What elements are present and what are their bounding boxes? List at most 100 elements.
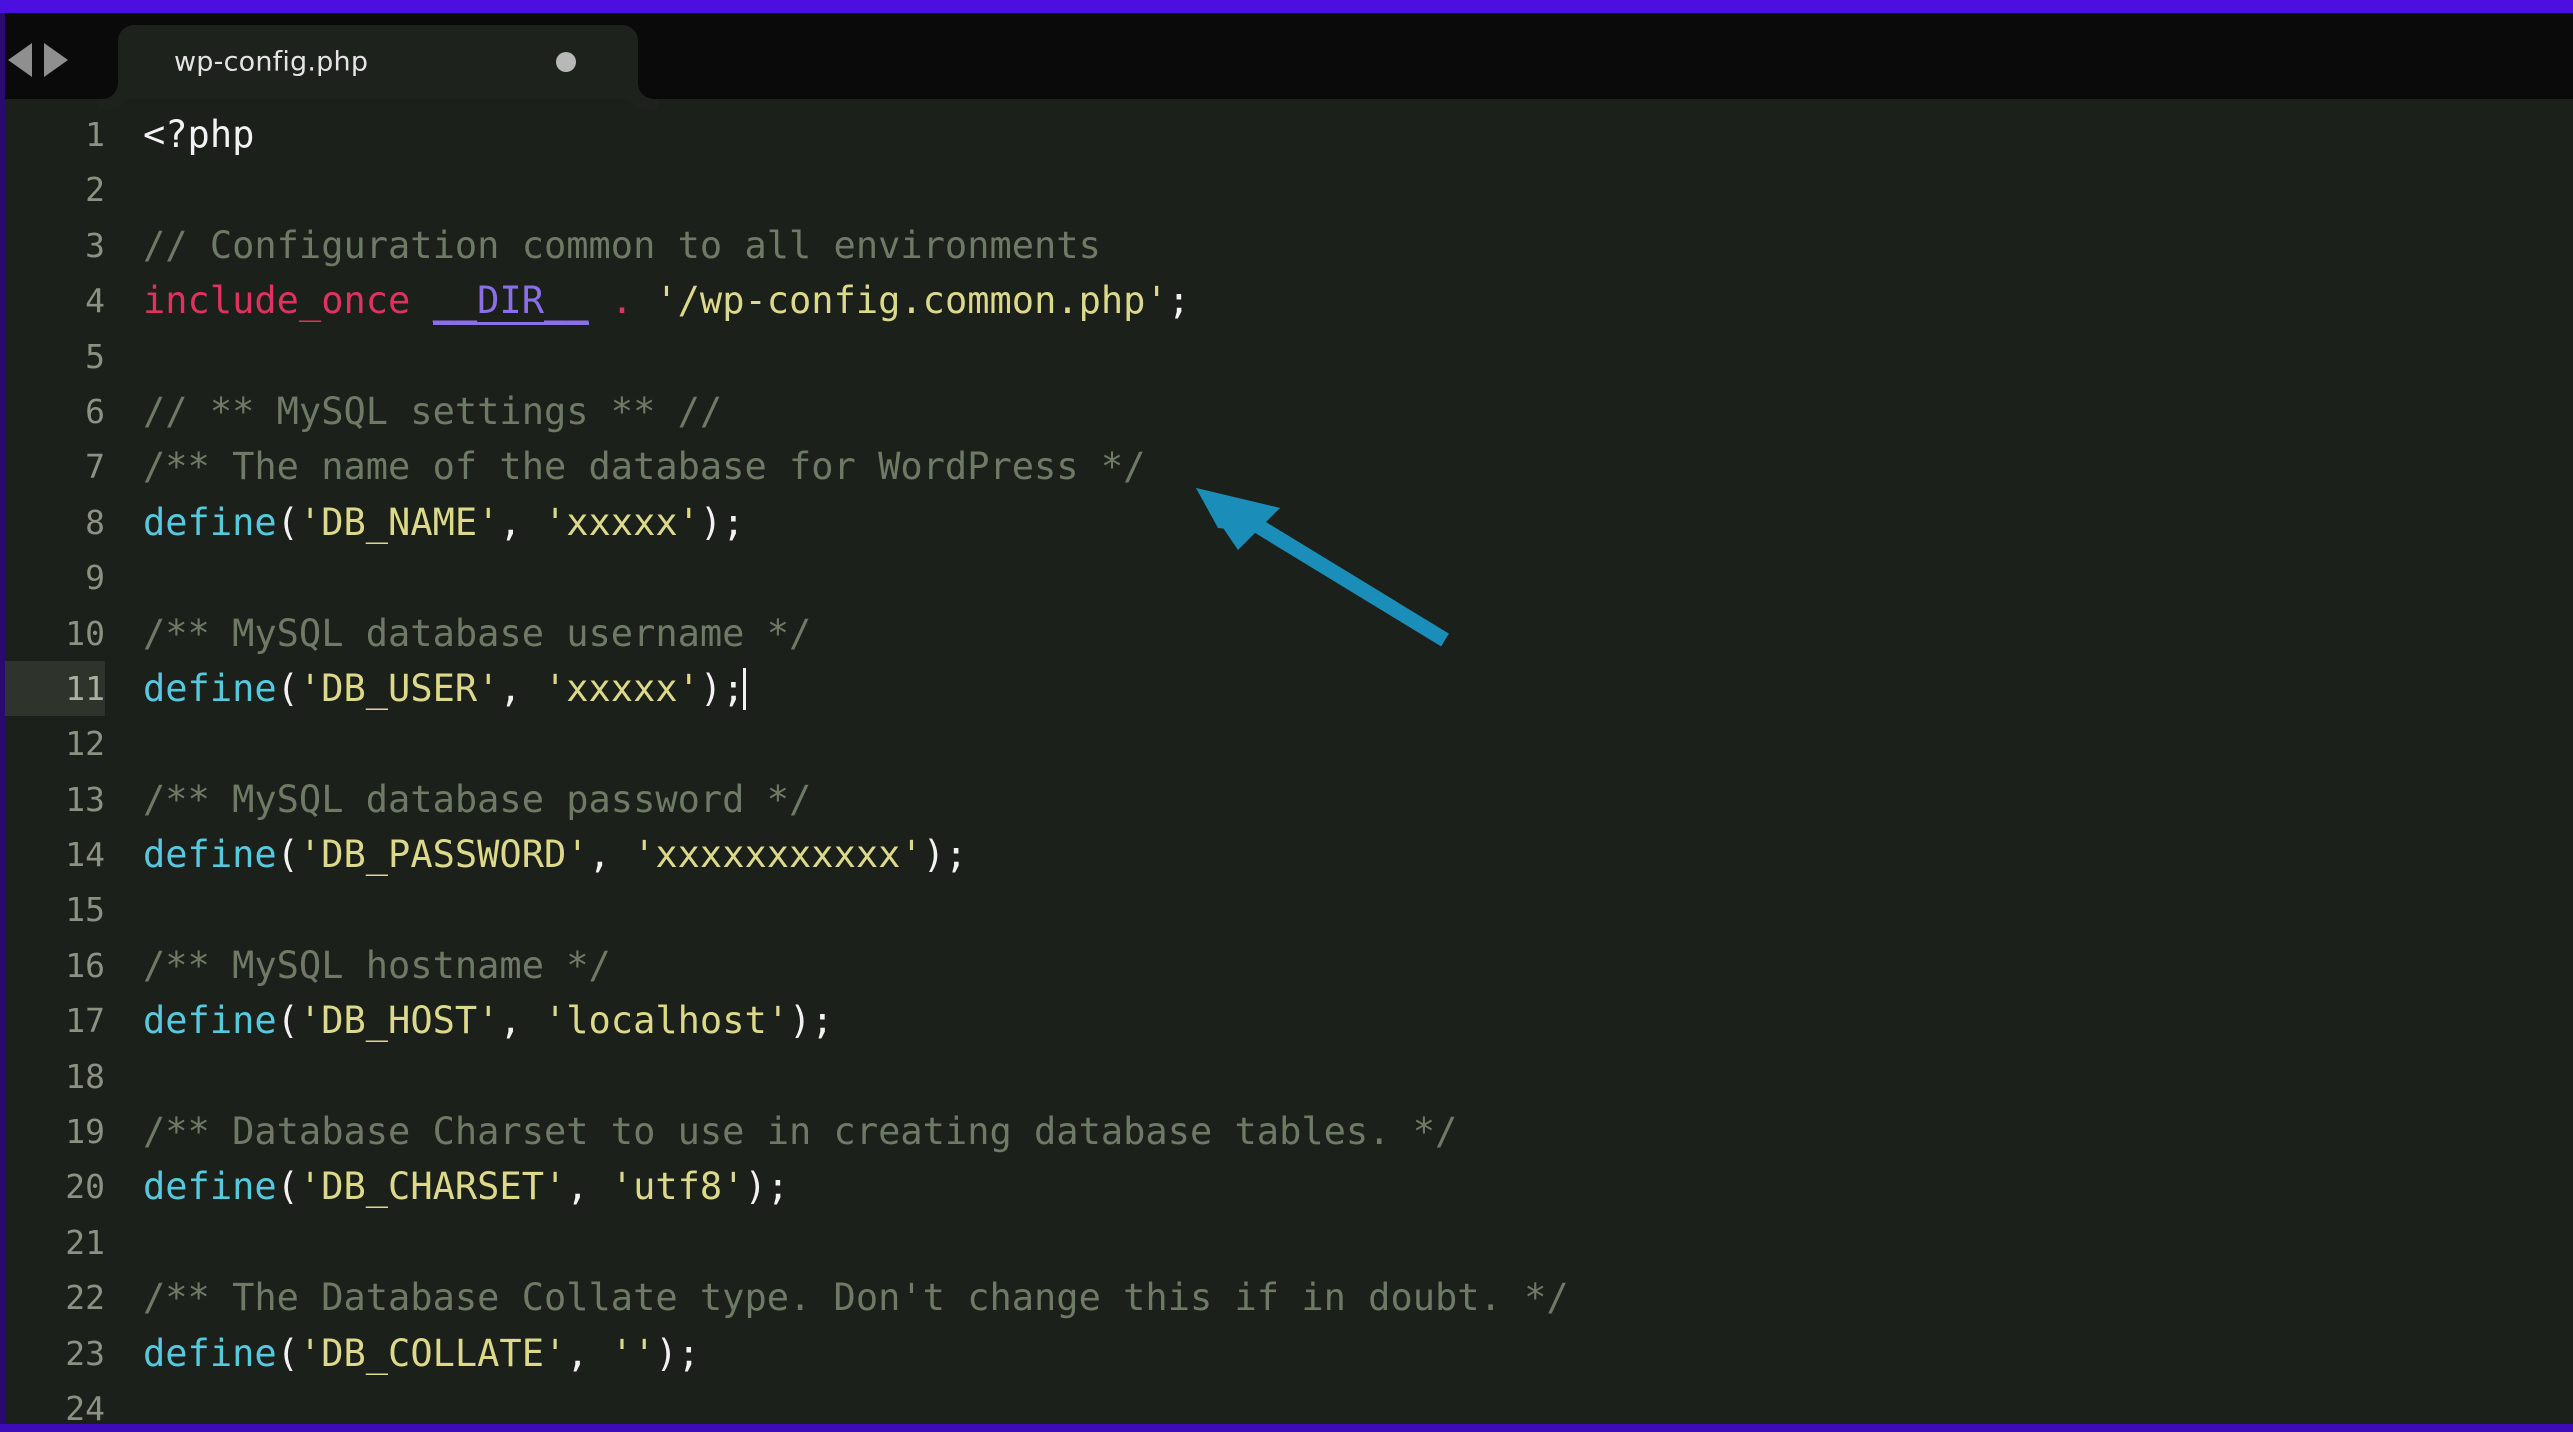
line-number: 21 <box>65 1222 105 1262</box>
token-keyword: include_once <box>143 279 411 323</box>
window-accent-top <box>0 0 2573 13</box>
token-comment: /** MySQL database username */ <box>143 611 812 655</box>
code-line-text: define('DB_CHARSET', 'utf8'); <box>143 1159 789 1214</box>
line-number: 24 <box>65 1388 105 1424</box>
token-punct: ; <box>1167 279 1191 323</box>
code-line[interactable]: 9 <box>5 550 2573 605</box>
token-func: define <box>143 833 277 877</box>
code-line[interactable]: 3 // Configuration common to all environm… <box>5 218 2573 273</box>
code-lines: 1 <?php 2 3// Configuration common to all e… <box>5 107 2573 1424</box>
line-number: 7 <box>85 447 105 487</box>
code-line[interactable]: 22 /** The Database Collate type. Don't c… <box>5 1270 2573 1325</box>
tab-bar: wp-config.php <box>0 13 2573 99</box>
token-func: define <box>143 1331 277 1375</box>
token-magic: __DIR__ <box>432 279 589 326</box>
token-punct: ( <box>276 833 299 877</box>
token-punct: ); <box>655 1331 700 1375</box>
line-number: 13 <box>65 779 105 819</box>
line-number: 10 <box>65 613 105 653</box>
token-string: 'DB_NAME' <box>298 500 500 544</box>
token-punct: ( <box>276 999 299 1043</box>
code-line-text: /** MySQL hostname */ <box>143 938 611 993</box>
token-func: define <box>143 666 277 710</box>
unsaved-dot-icon[interactable] <box>556 52 576 72</box>
code-line[interactable]: 14 define('DB_PASSWORD', 'xxxxxxxxxxx'); <box>5 827 2573 882</box>
code-line[interactable]: 24 <box>5 1381 2573 1424</box>
line-number: 5 <box>85 336 105 376</box>
token-punct: ( <box>276 1165 299 1209</box>
code-line[interactable]: 13 /** MySQL database password */ <box>5 772 2573 827</box>
line-number: 16 <box>65 945 105 985</box>
code-line-text: /** MySQL database username */ <box>143 606 811 661</box>
code-line[interactable]: 18 <box>5 1049 2573 1104</box>
token-punct: , <box>499 999 544 1043</box>
line-number: 9 <box>85 558 105 598</box>
token-punct: , <box>566 1165 611 1209</box>
code-line[interactable]: 4 include_once __DIR__ . '/wp-config.comm… <box>5 273 2573 328</box>
triangle-right-icon[interactable] <box>44 43 68 77</box>
line-number: 11 <box>5 660 105 717</box>
code-line[interactable]: 8 define('DB_NAME', 'xxxxx'); <box>5 495 2573 550</box>
code-line-text: <?php <box>143 107 254 162</box>
code-line[interactable]: 17 define('DB_HOST', 'localhost'); <box>5 993 2573 1048</box>
code-line[interactable]: 15 <box>5 882 2573 937</box>
tab-wp-config-php[interactable]: wp-config.php <box>118 25 638 99</box>
line-number: 1 <box>85 115 105 154</box>
code-line[interactable]: 20 define('DB_CHARSET', 'utf8'); <box>5 1159 2573 1214</box>
code-line-text: include_once __DIR__ . '/wp-config.commo… <box>143 273 1190 328</box>
token-punct: ); <box>922 833 968 877</box>
code-line[interactable]: 21 <box>5 1215 2573 1270</box>
code-line[interactable]: 23 define('DB_COLLATE', ''); <box>5 1326 2573 1381</box>
token-comment: // Configuration common to all environme… <box>143 223 1101 267</box>
text-cursor <box>743 667 747 710</box>
token-punct: ( <box>276 500 299 544</box>
token-string: 'xxxxx' <box>543 500 700 544</box>
token-op: . <box>610 279 634 323</box>
line-number: 8 <box>85 502 105 542</box>
code-line[interactable]: 5 <box>5 329 2573 384</box>
token-func: define <box>143 500 277 544</box>
code-line-text: /** MySQL database password */ <box>143 772 811 827</box>
code-line[interactable]: 12 <box>5 716 2573 771</box>
triangle-left-icon[interactable] <box>8 43 32 77</box>
code-line-text: /** The name of the database for WordPre… <box>143 439 1145 494</box>
token-string: 'DB_PASSWORD' <box>298 833 589 877</box>
token-func: define <box>143 1165 277 1209</box>
code-line[interactable]: 11 define('DB_USER', 'xxxxx'); <box>5 660 2573 717</box>
line-number: 23 <box>65 1333 105 1373</box>
code-line-text: define('DB_COLLATE', ''); <box>143 1326 700 1381</box>
token-string: 'DB_COLLATE' <box>298 1331 567 1375</box>
line-number: 19 <box>65 1112 105 1152</box>
token-string: 'utf8' <box>610 1165 745 1209</box>
tab-nav-arrows[interactable] <box>8 43 68 77</box>
code-line-text: define('DB_HOST', 'localhost'); <box>143 993 834 1048</box>
token-punct: ( <box>276 666 299 710</box>
token-punct: ( <box>276 1331 299 1375</box>
code-line-text: /** The Database Collate type. Don't cha… <box>143 1270 1569 1325</box>
token-punct: ); <box>699 666 745 710</box>
token-string: '/wp-config.common.php' <box>655 279 1168 323</box>
token-comment: /** The name of the database for WordPre… <box>143 445 1146 489</box>
code-line[interactable]: 1 <?php <box>5 107 2573 162</box>
token-comment: /** The Database Collate type. Don't cha… <box>143 1276 1569 1320</box>
token-string: 'DB_USER' <box>298 666 500 710</box>
token-string: '' <box>610 1331 656 1375</box>
code-line[interactable]: 10 /** MySQL database username */ <box>5 606 2573 661</box>
code-editor[interactable]: 1 <?php 2 3// Configuration common to all e… <box>5 99 2573 1424</box>
line-number: 4 <box>85 281 105 321</box>
code-line[interactable]: 16 /** MySQL hostname */ <box>5 938 2573 993</box>
tab-label: wp-config.php <box>174 46 369 78</box>
code-line[interactable]: 6 // ** MySQL settings ** // <box>5 384 2573 439</box>
code-line[interactable]: 7 /** The name of the database for WordPr… <box>5 439 2573 494</box>
code-line[interactable]: 19 /** Database Charset to use in creatin… <box>5 1104 2573 1159</box>
token-comment: /** MySQL hostname */ <box>143 943 611 987</box>
token-punct: , <box>566 1331 611 1375</box>
token-punct: , <box>588 833 634 877</box>
token-punct: , <box>499 500 544 544</box>
token-punct: ); <box>744 1165 790 1209</box>
window-accent-left <box>0 0 5 1432</box>
code-line-text: define('DB_PASSWORD', 'xxxxxxxxxxx'); <box>143 827 967 882</box>
code-line[interactable]: 2 <box>5 162 2573 217</box>
